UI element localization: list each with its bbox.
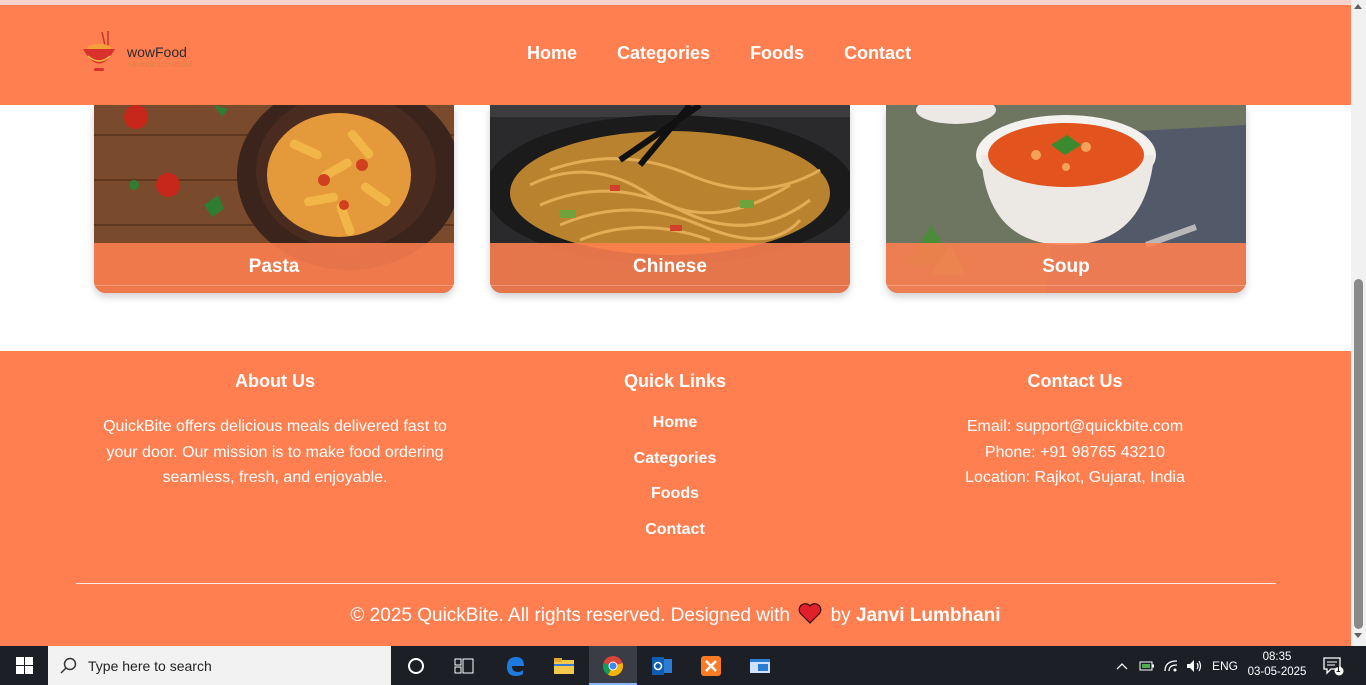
outlook-button[interactable] (638, 646, 686, 685)
xampp-icon (701, 655, 721, 676)
taskbar-search[interactable]: Type here to search (48, 646, 391, 685)
cortana-icon (408, 657, 424, 674)
brand-tagline: THE FOOD RESTAURANT (127, 63, 194, 69)
chrome-icon (603, 655, 623, 676)
heart-icon (798, 603, 822, 624)
contact-phone: Phone: +91 98765 43210 (984, 443, 1166, 461)
copyright-by: by (830, 605, 851, 626)
footer-link-contact[interactable]: Contact (575, 521, 775, 539)
site-header: wowFood THE FOOD RESTAURANT Home Categor… (0, 5, 1351, 105)
site-logo[interactable]: wowFood THE FOOD RESTAURANT (80, 30, 200, 75)
scrollbar-thumb[interactable] (1354, 279, 1363, 629)
contact-email: Email: support@quickbite.com (966, 418, 1184, 435)
nav-home[interactable]: Home (527, 43, 577, 64)
search-icon (60, 657, 77, 674)
about-text: QuickBite offers delicious meals deliver… (103, 418, 447, 486)
outlook-icon (652, 656, 672, 675)
language-indicator[interactable]: ENG (1212, 646, 1238, 685)
about-heading: About Us (235, 371, 315, 391)
windows-taskbar: Type here to search ENG 08:35 03-05-2025… (0, 646, 1366, 685)
wifi-icon (1164, 659, 1178, 671)
app-window-button[interactable] (736, 646, 784, 685)
copyright: © 2025 QuickBite. All rights reserved. D… (0, 603, 1351, 627)
chrome-button[interactable] (589, 646, 637, 685)
footer-link-home[interactable]: Home (575, 414, 775, 432)
main-nav: Home Categories Foods Contact (527, 43, 911, 64)
folder-icon (554, 657, 574, 674)
clock-time: 08:35 (1262, 651, 1292, 663)
language-label: ENG (1212, 658, 1239, 673)
windows-logo-icon (15, 657, 33, 674)
bowl-logo-icon (83, 31, 115, 71)
window-app-icon (750, 658, 770, 673)
nav-contact[interactable]: Contact (844, 43, 911, 64)
author-name: Janvi Lumbhani (855, 605, 1001, 626)
caption-divider (886, 285, 1246, 286)
footer-divider (76, 583, 1276, 584)
volume-button[interactable] (1186, 646, 1204, 685)
system-tray (1114, 646, 1130, 685)
tray-chevron-up-icon[interactable] (1114, 659, 1130, 673)
nav-foods[interactable]: Foods (750, 43, 804, 64)
category-card-chinese[interactable]: Chinese (490, 105, 850, 293)
wifi-button[interactable] (1163, 646, 1179, 685)
footer-quick-links: Quick Links Home Categories Foods Contac… (575, 371, 775, 556)
footer-contact: Contact Us Email: support@quickbite.com … (900, 371, 1250, 491)
battery-icon (1139, 661, 1154, 670)
notification-icon (1323, 656, 1344, 675)
nav-categories[interactable]: Categories (617, 43, 710, 64)
clock-date: 03-05-2025 (1247, 666, 1307, 678)
footer-link-foods[interactable]: Foods (575, 485, 775, 503)
scroll-down-arrow-icon[interactable] (1354, 633, 1362, 638)
contact-location: Location: Rajkot, Gujarat, India (965, 469, 1185, 486)
notification-count: 1 (1336, 665, 1341, 674)
volume-icon (1187, 659, 1202, 672)
category-card-soup[interactable]: Soup (886, 105, 1246, 293)
brand-name: wowFood (127, 44, 187, 60)
battery-button[interactable] (1139, 646, 1155, 685)
search-placeholder: Type here to search (88, 658, 212, 674)
footer-link-categories[interactable]: Categories (575, 450, 775, 468)
caption-divider (490, 285, 850, 286)
task-view-button[interactable] (440, 646, 488, 685)
category-card-pasta[interactable]: Pasta (94, 105, 454, 293)
taskbar-clock[interactable]: 08:35 03-05-2025 (1246, 650, 1308, 680)
xampp-button[interactable] (687, 646, 735, 685)
caption-divider (94, 285, 454, 286)
quick-links-heading: Quick Links (623, 371, 727, 391)
file-explorer-button[interactable] (540, 646, 588, 685)
page-scrollbar[interactable] (1351, 0, 1366, 646)
action-center-button[interactable]: 1 (1322, 646, 1344, 685)
start-button[interactable] (0, 646, 48, 685)
task-view-icon (454, 658, 474, 673)
edge-button[interactable] (491, 646, 539, 685)
site-footer: About Us QuickBite offers delicious meal… (0, 351, 1351, 646)
footer-about: About Us QuickBite offers delicious meal… (95, 371, 455, 491)
scroll-up-arrow-icon[interactable] (1354, 4, 1362, 9)
edge-icon (507, 656, 524, 676)
cortana-button[interactable] (392, 646, 440, 685)
contact-heading: Contact Us (1027, 371, 1123, 391)
copyright-text: © 2025 QuickBite. All rights reserved. D… (350, 605, 791, 626)
